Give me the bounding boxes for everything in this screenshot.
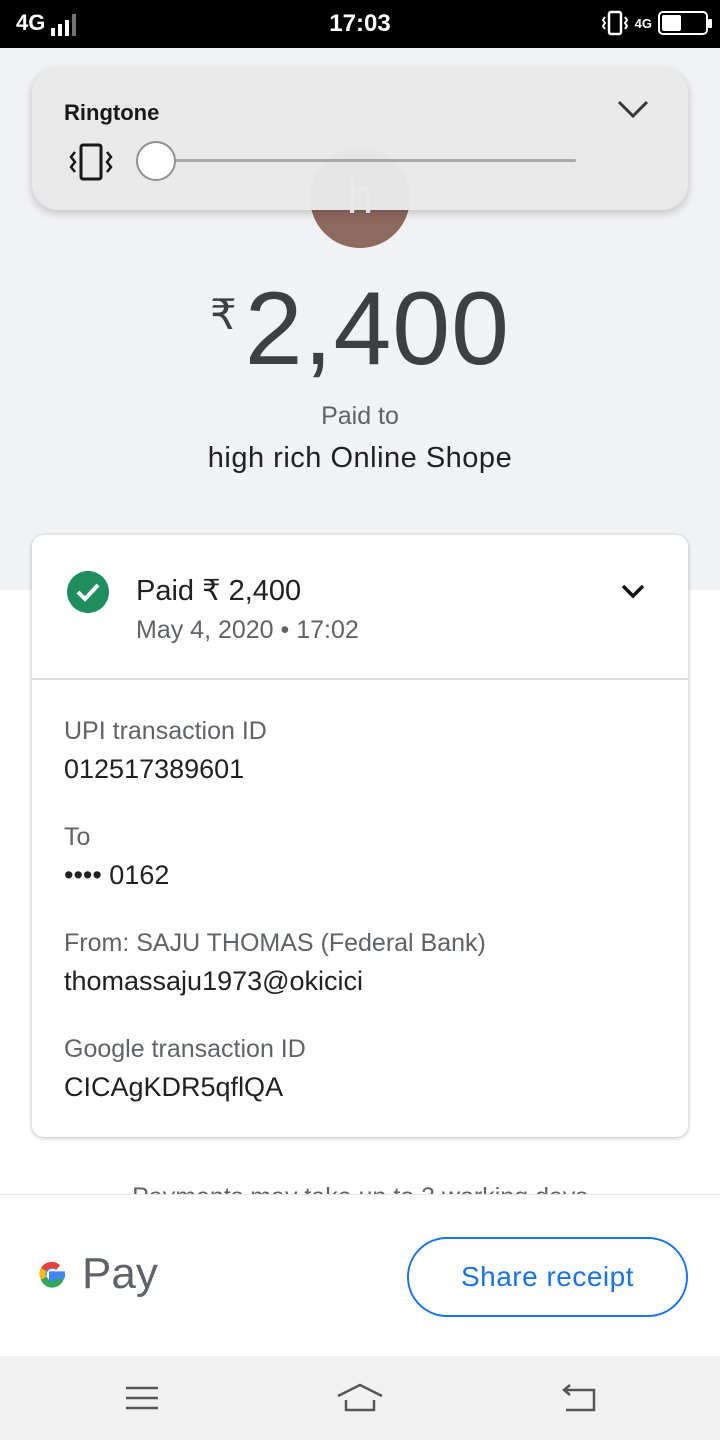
from-label: From: SAJU THOMAS (Federal Bank) [64,929,486,957]
expand-chevron-icon[interactable] [620,583,646,599]
share-receipt-button[interactable]: Share receipt [407,1237,688,1317]
menu-icon[interactable] [122,1382,162,1414]
volume-title: Ringtone [64,100,160,125]
upi-id-label: UPI transaction ID [64,717,267,745]
transaction-card: Paid ₹ 2,400 May 4, 2020 • 17:02 UPI tra… [32,535,688,1137]
vibrate-icon[interactable] [68,142,114,182]
from-upi-value: thomassaju1973@okicici [64,966,364,996]
back-icon[interactable] [560,1382,600,1414]
transaction-title: Paid ₹ 2,400 [136,575,302,607]
volume-slider[interactable] [172,159,576,162]
google-g-icon [39,1261,66,1288]
check-circle-icon [67,571,109,613]
status-icons: 4G [601,10,712,36]
google-id-value: CICAgKDR5qflQA [64,1072,284,1102]
gpay-logo: Pay [32,1249,158,1299]
network-type-secondary: 4G [634,15,652,31]
bottom-bar: Pay Share receipt [0,1194,720,1356]
system-nav-bar [0,1356,720,1440]
gpay-brand-text: Pay [82,1249,158,1298]
amount-value: 2,400 [244,271,510,387]
merchant-name: high rich Online Shope [207,442,513,474]
payment-amount: ₹2,400 [0,270,720,389]
chevron-down-icon[interactable] [616,98,650,120]
currency-symbol: ₹ [210,291,237,338]
to-account-value: •••• 0162 [64,860,170,890]
divider [32,678,688,680]
volume-panel: Ringtone [32,68,688,210]
battery-level [662,15,681,31]
vibrate-status-icon [601,10,628,36]
upi-id-value: 012517389601 [64,754,245,784]
status-bar: 4G 17:03 4G [0,0,720,48]
to-label: To [64,823,91,851]
google-id-label: Google transaction ID [64,1035,306,1063]
transaction-date: May 4, 2020 • 17:02 [136,616,359,644]
battery-icon [658,11,712,35]
home-icon[interactable] [336,1382,384,1414]
volume-slider-thumb[interactable] [136,141,176,181]
paid-to-label: Paid to [321,402,399,430]
